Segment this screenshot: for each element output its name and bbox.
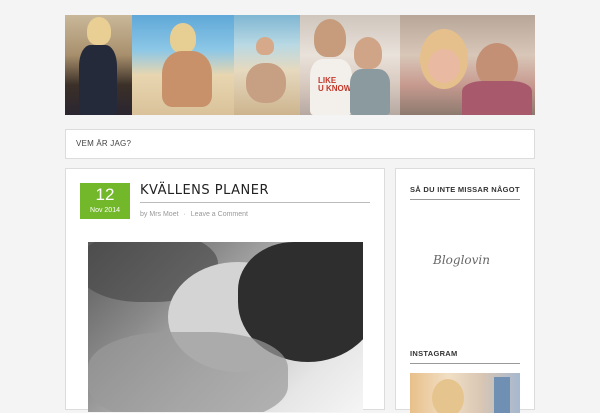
shirt-text: LIKE U KNOW	[318, 76, 352, 93]
banner-photo-woman-beach	[132, 15, 234, 115]
bloglovin-link[interactable]: Bloglovin	[433, 253, 490, 267]
top-navigation: VEM ÄR JAG?	[65, 129, 535, 159]
date-day: 12	[95, 185, 115, 204]
widget-title-follow: SÅ DU INTE MISSAR NÅGOT	[410, 185, 520, 200]
leave-comment-link[interactable]: Leave a Comment	[191, 211, 248, 218]
instagram-thumbnail[interactable]	[410, 373, 520, 413]
header-banner[interactable]: LIKE U KNOW	[65, 15, 535, 115]
post-author-link[interactable]: Mrs Moet	[149, 211, 178, 218]
date-badge: 12 Nov 2014	[80, 183, 130, 219]
sidebar-card: SÅ DU INTE MISSAR NÅGOT Bloglovin INSTAG…	[395, 168, 535, 413]
post-meta: by Mrs Moet · Leave a Comment	[140, 211, 248, 218]
meta-by: by	[140, 211, 148, 218]
date-month: Nov 2014	[90, 207, 120, 214]
banner-photo-kids-beach	[234, 15, 300, 115]
post-image	[88, 242, 363, 412]
widget-title-instagram: INSTAGRAM	[410, 349, 520, 364]
banner-photo-couple-selfie	[400, 15, 535, 115]
banner-photo-woman-dress	[65, 15, 132, 115]
meta-separator: ·	[183, 211, 186, 218]
nav-item-about-me[interactable]: VEM ÄR JAG?	[76, 139, 131, 148]
post-title[interactable]: KVÄLLENS PLANER	[140, 183, 370, 203]
post-card: 12 Nov 2014 KVÄLLENS PLANER by Mrs Moet …	[65, 168, 385, 412]
banner-photo-two-girls: LIKE U KNOW	[300, 15, 400, 115]
